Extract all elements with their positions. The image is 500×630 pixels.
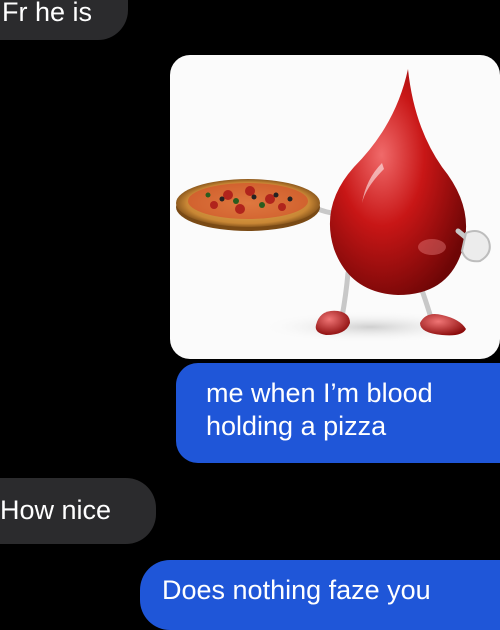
received-message-bubble[interactable]: How nice [0,478,156,544]
message-text: Does nothing faze you [162,575,431,605]
image-attachment[interactable] [170,55,500,359]
message-text: How nice [0,495,112,525]
sent-message-bubble[interactable]: me when I’m blood holding a pizza [176,363,500,463]
message-text: Fr he is [2,0,93,27]
received-message-bubble[interactable]: Fr he is [0,0,128,40]
blood-drop-holding-pizza-illustration [176,69,491,343]
message-text: me when I’m blood holding a pizza [206,378,433,441]
sent-message-bubble[interactable]: Does nothing faze you [140,560,500,630]
